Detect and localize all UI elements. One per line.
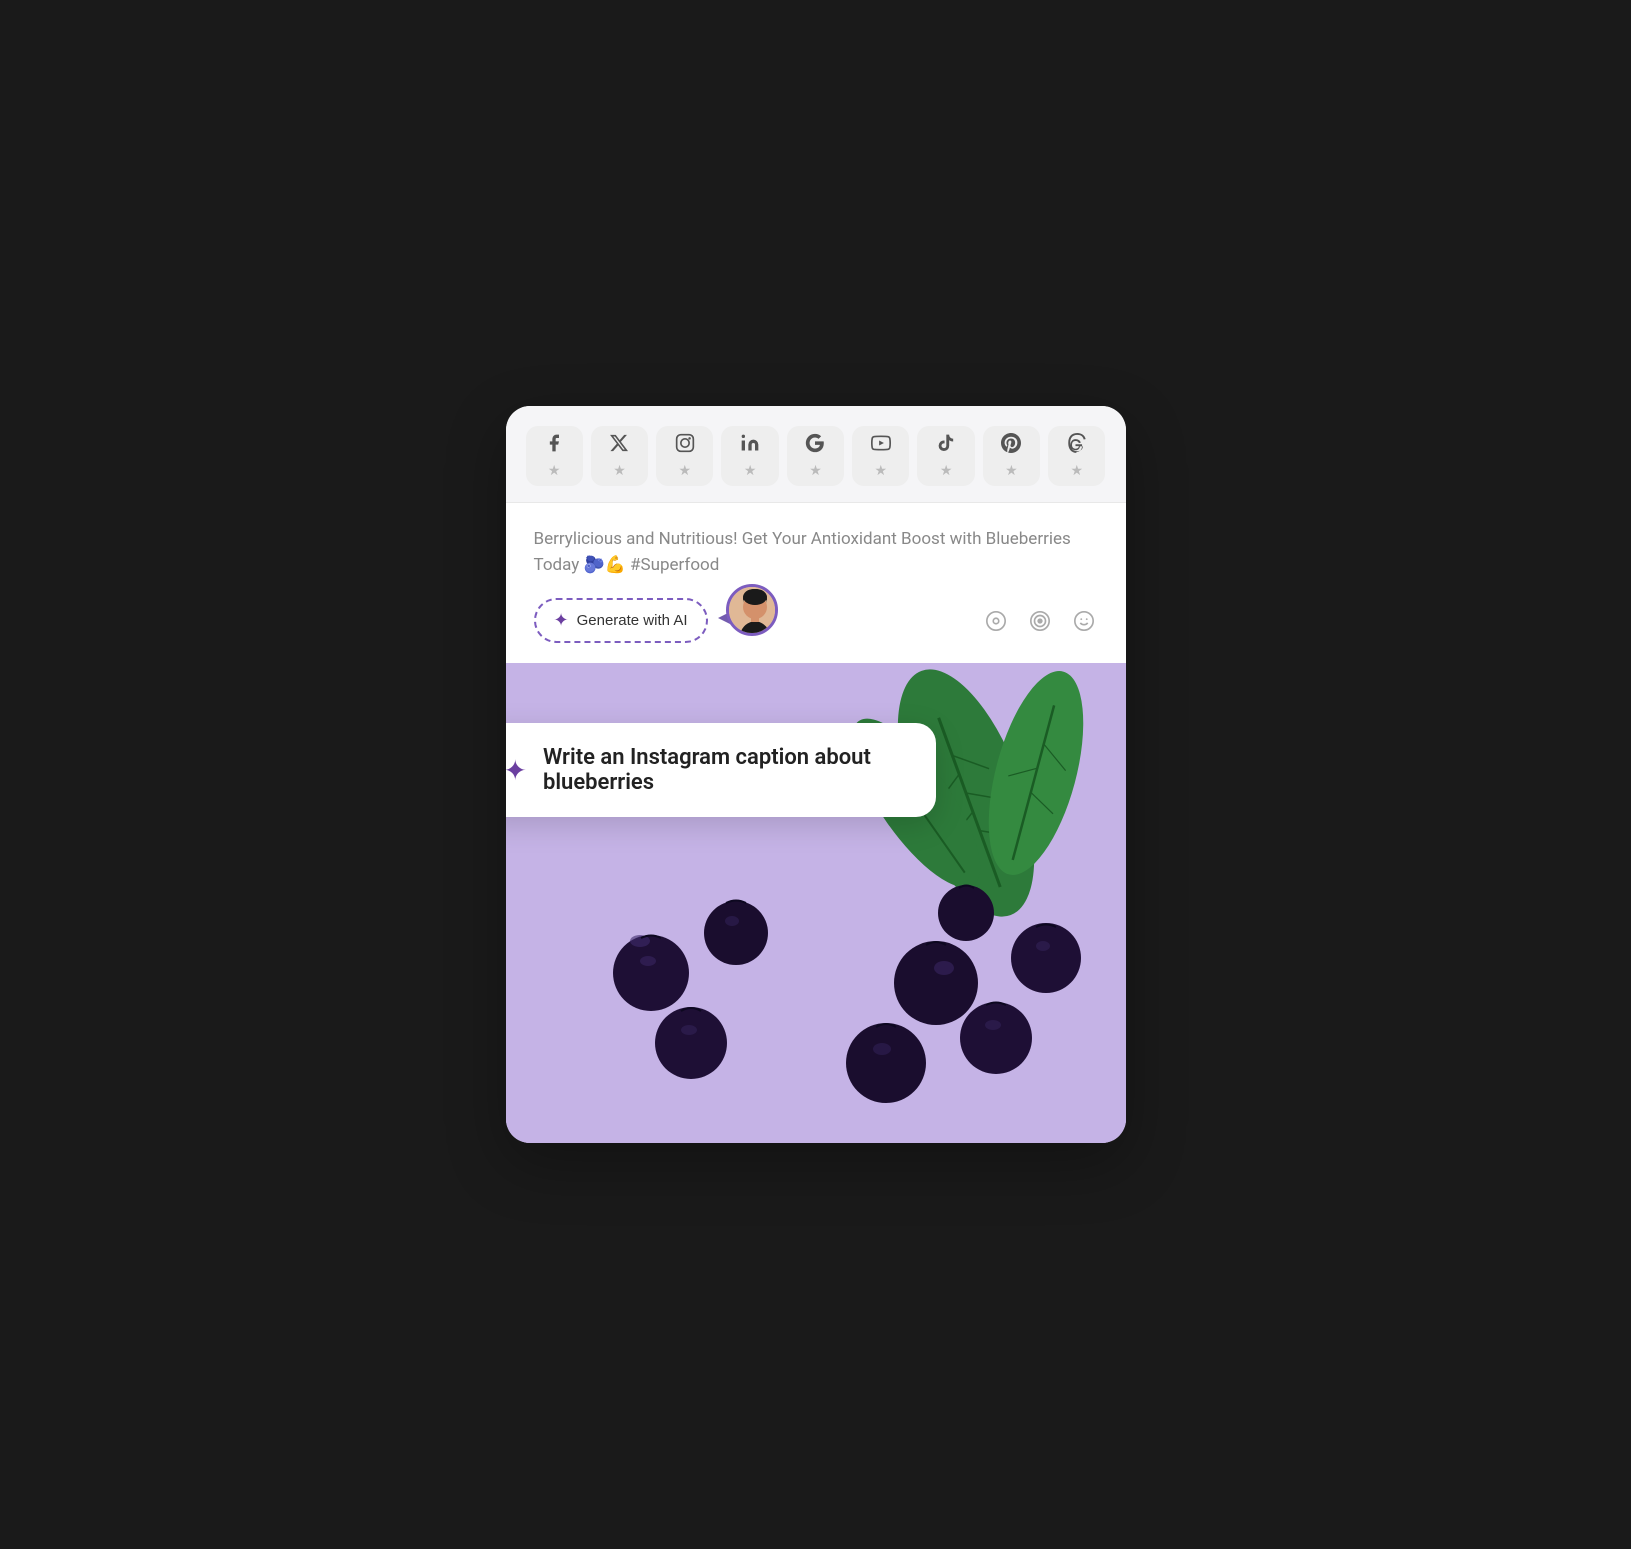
social-btn-twitter[interactable]: ★	[591, 426, 648, 486]
ai-prompt-card: ✦ Write an Instagram caption about blueb…	[506, 723, 936, 817]
youtube-icon	[871, 433, 891, 456]
card-wrapper: ★ ★ ★ ★	[506, 406, 1126, 1143]
star-icon-google: ★	[809, 462, 822, 479]
tiktok-icon	[936, 433, 956, 456]
generate-with-ai-button[interactable]: ✦ Generate with AI	[534, 598, 708, 643]
prompt-sparkle-icon: ✦	[506, 754, 527, 787]
image-section: ✦ Write an Instagram caption about blueb…	[506, 663, 1126, 1143]
avatar-person-svg	[729, 587, 778, 636]
caption-text: Berrylicious and Nutritious! Get Your An…	[534, 527, 1098, 578]
facebook-icon	[544, 433, 564, 456]
content-area: Berrylicious and Nutritious! Get Your An…	[506, 503, 1126, 663]
star-icon-linkedin: ★	[744, 462, 757, 479]
sparkle-icon: ✦	[554, 610, 569, 631]
social-btn-google[interactable]: ★	[787, 426, 844, 486]
action-icons	[982, 607, 1098, 635]
social-btn-pinterest[interactable]: ★	[983, 426, 1040, 486]
social-bar: ★ ★ ★ ★	[506, 406, 1126, 503]
star-icon-twitter: ★	[613, 462, 626, 479]
social-btn-youtube[interactable]: ★	[852, 426, 909, 486]
threads-icon	[1067, 433, 1087, 456]
pinterest-icon	[1001, 433, 1021, 456]
social-btn-threads[interactable]: ★	[1048, 426, 1105, 486]
social-btn-linkedin[interactable]: ★	[721, 426, 778, 486]
main-card: ★ ★ ★ ★	[506, 406, 1126, 1143]
google-icon	[805, 433, 825, 456]
social-btn-instagram[interactable]: ★	[656, 426, 713, 486]
instagram-icon	[675, 433, 695, 456]
avatar	[726, 584, 778, 636]
target-icon[interactable]	[1026, 607, 1054, 635]
bottom-bar: ✦ Generate with AI	[534, 598, 1098, 647]
prompt-text: Write an Instagram caption about blueber…	[543, 745, 908, 795]
star-icon-pinterest: ★	[1005, 462, 1018, 479]
star-icon-threads: ★	[1071, 462, 1084, 479]
generate-btn-container: ✦ Generate with AI	[534, 598, 708, 643]
generate-btn-label: Generate with AI	[577, 612, 688, 629]
social-btn-facebook[interactable]: ★	[526, 426, 583, 486]
linkedin-icon	[740, 433, 760, 456]
star-icon-instagram: ★	[679, 462, 692, 479]
star-icon-youtube: ★	[875, 462, 888, 479]
social-btn-tiktok[interactable]: ★	[917, 426, 974, 486]
star-icon-facebook: ★	[548, 462, 561, 479]
location-icon[interactable]	[982, 607, 1010, 635]
star-icon-tiktok: ★	[940, 462, 953, 479]
emoji-icon[interactable]	[1070, 607, 1098, 635]
twitter-icon	[609, 433, 629, 456]
